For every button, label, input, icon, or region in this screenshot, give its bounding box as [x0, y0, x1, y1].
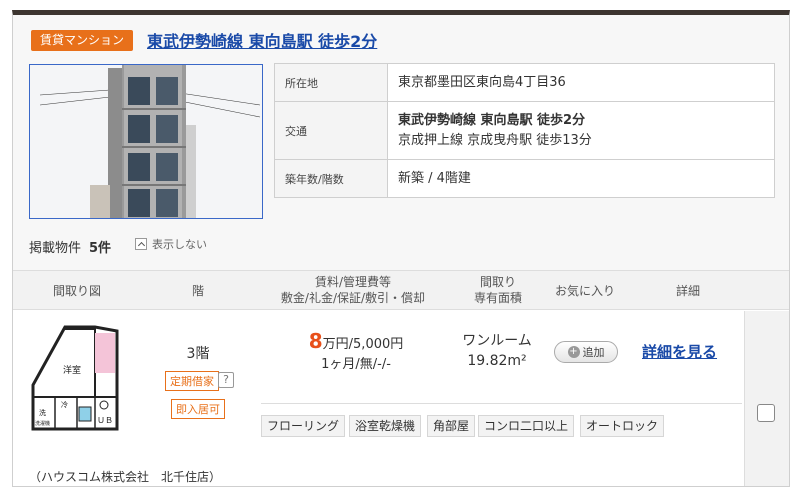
- col-floorplan: 間取り図: [52, 284, 101, 298]
- unit-row: 洋室 洗 洗濯機 冷 ＵＢ 3階 定期借家 ? 即入居可 8万円/5,000円 …: [13, 311, 789, 486]
- access-value: 東武伊勢崎線 東向島駅 徒歩2分 京成押上線 京成曳舟駅 徒歩13分: [387, 101, 775, 160]
- floorplan-cold-label: 冷: [61, 400, 68, 409]
- hide-listings-label: 表示しない: [152, 238, 207, 251]
- hide-listings-button[interactable]: 表示しない: [135, 236, 207, 252]
- listing-count: 掲載物件 5件: [29, 237, 111, 256]
- feature-tag: オートロック: [580, 415, 665, 437]
- col-rent-line2: 敷金/礼金/保証/敷引・償却: [280, 291, 426, 305]
- col-layout-line1: 間取り: [479, 275, 516, 289]
- col-rent-line1: 賃料/管理費等: [314, 275, 392, 289]
- property-card: 賃貸マンション 東武伊勢崎線 東向島駅 徒歩2分 所在地 東京都墨田区東向島4丁…: [12, 10, 790, 487]
- unit-deposit: 1ヶ月/無/-/-: [321, 357, 391, 372]
- rent-amount: 8: [308, 329, 323, 353]
- unit-layout: ワンルーム 19.82m²: [447, 331, 547, 371]
- floorplan-wash-label: 洗: [39, 408, 46, 417]
- property-info-table: 所在地 東京都墨田区東向島4丁目36 交通 東武伊勢崎線 東向島駅 徒歩2分 京…: [274, 63, 775, 198]
- age-floors-key: 築年数/階数: [274, 159, 388, 198]
- feature-tag: 浴室乾燥機: [349, 415, 422, 437]
- feature-tag: 角部屋: [427, 415, 476, 437]
- listing-count-label: 掲載物件: [29, 241, 82, 256]
- address-value: 東京都墨田区東向島4丁目36: [387, 63, 775, 102]
- rent-rest: 万円/5,000円: [322, 337, 404, 352]
- plus-icon: +: [567, 346, 580, 358]
- property-type-badge: 賃貸マンション: [31, 30, 134, 51]
- col-layout-line2: 専有面積: [473, 291, 522, 305]
- fixed-term-tag: 定期借家: [165, 371, 219, 391]
- select-column: [744, 311, 789, 486]
- floorplan-washer-label: 洗濯機: [35, 420, 50, 427]
- access-line-1: 東武伊勢崎線 東向島駅 徒歩2分: [398, 112, 586, 128]
- feature-tag: コンロ二口以上: [478, 415, 575, 437]
- address-key: 所在地: [274, 63, 388, 102]
- floorplan-bath-label: ＵＢ: [97, 416, 113, 425]
- col-floor: 階: [191, 284, 204, 298]
- col-rent: 賃料/管理費等 敷金/礼金/保証/敷引・償却: [263, 274, 443, 306]
- access-key: 交通: [274, 101, 388, 160]
- age-floors-value: 新築 / 4階建: [387, 159, 775, 198]
- building-photo[interactable]: [29, 64, 263, 219]
- floorplan-main-room-label: 洋室: [63, 364, 81, 376]
- col-favorite: お気に入り: [554, 284, 615, 298]
- divider: [261, 403, 742, 404]
- building-image: [30, 65, 262, 218]
- property-header: 賃貸マンション 東武伊勢崎線 東向島駅 徒歩2分 所在地 東京都墨田区東向島4丁…: [13, 15, 789, 270]
- move-in-tag: 即入居可: [171, 399, 225, 419]
- listing-count-value: 5件: [89, 241, 112, 256]
- col-detail: 詳細: [675, 284, 700, 298]
- unit-floor: 3階: [186, 346, 210, 362]
- feature-tag: フローリング: [261, 415, 346, 437]
- listing-column-headers: 間取り図 階 賃料/管理費等 敷金/礼金/保証/敷引・償却 間取り 専有面積 お…: [13, 270, 789, 310]
- chevron-up-icon: [135, 238, 147, 250]
- add-favorite-label: 追加: [582, 346, 605, 359]
- layout-area: 19.82m²: [467, 353, 527, 369]
- floorplan-image[interactable]: 洋室 洗 洗濯機 冷 ＵＢ: [25, 325, 125, 441]
- layout-type: ワンルーム: [462, 333, 532, 349]
- view-details-link[interactable]: 詳細を見る: [642, 341, 717, 362]
- access-line-2: 京成押上線 京成曳舟駅 徒歩13分: [398, 132, 592, 148]
- agent-name: （ハウスコム株式会社 北千住店）: [29, 470, 222, 484]
- col-layout: 間取り 専有面積: [453, 274, 543, 306]
- property-title-link[interactable]: 東武伊勢崎線 東向島駅 徒歩2分: [147, 28, 377, 52]
- add-favorite-button[interactable]: + 追加: [554, 341, 618, 363]
- select-unit-checkbox[interactable]: [757, 404, 775, 422]
- fixed-term-help-icon[interactable]: ?: [218, 372, 234, 388]
- unit-rent: 8万円/5,000円: [281, 329, 431, 353]
